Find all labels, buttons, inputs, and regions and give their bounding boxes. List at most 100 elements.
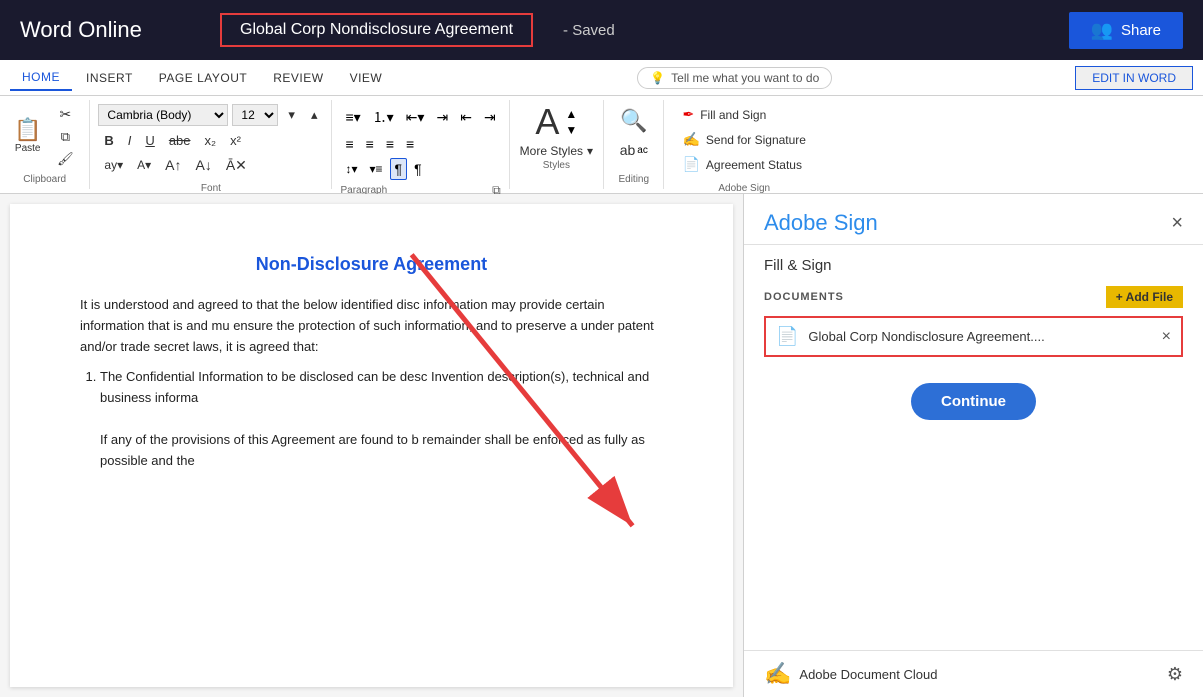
italic-button[interactable]: I xyxy=(122,129,138,151)
doc-list-item-1: The Confidential Information to be discl… xyxy=(100,367,663,471)
font-color-row: ay▾ A▾ A↑ A↓ Ā✕ xyxy=(98,154,323,176)
clipboard-label: Clipboard xyxy=(23,170,66,185)
menu-view[interactable]: VIEW xyxy=(338,66,395,90)
paragraph-mark-button[interactable]: ¶ xyxy=(409,158,427,180)
ltr-button[interactable]: ⇤ xyxy=(455,106,477,129)
bold-button[interactable]: B xyxy=(98,129,119,151)
subscript-button[interactable]: x₂ xyxy=(199,129,223,151)
clear-format-button[interactable]: Ā✕ xyxy=(220,154,253,176)
agreement-status-button[interactable]: 📄 Agreement Status xyxy=(678,154,810,175)
rtl-button[interactable]: ⇥ xyxy=(479,106,501,129)
adobe-panel-close-button[interactable]: × xyxy=(1171,212,1183,235)
align-right-button[interactable]: ≡ xyxy=(381,133,399,155)
styles-label: Styles xyxy=(543,160,570,171)
font-size-down-button[interactable]: A↓ xyxy=(189,154,217,176)
para-list-row: ≡▾ ⒈▾ ⇤▾ ⇥ ⇤ ⇥ xyxy=(340,104,500,130)
continue-button[interactable]: Continue xyxy=(911,383,1036,420)
saved-status: - Saved xyxy=(563,22,615,39)
paste-button[interactable]: 📋 Paste xyxy=(8,115,47,158)
paste-icon: 📋 xyxy=(14,119,41,141)
text-highlight-button[interactable]: ay▾ xyxy=(98,154,129,176)
shading-button[interactable]: ▾≡ xyxy=(365,159,388,179)
format-painter-icon: 🖌 xyxy=(57,151,74,167)
font-format-row: B I U abe x₂ x² xyxy=(98,129,323,151)
ribbon: 📋 Paste ✂ ⧉ 🖌 Clipboard Cambria (Body) xyxy=(0,96,1203,194)
share-label: Share xyxy=(1121,22,1161,39)
tell-me-bar[interactable]: 💡 Tell me what you want to do xyxy=(637,67,832,89)
ribbon-group-adobe-sign: ✒ Fill and Sign ✍ Send for Signature 📄 A… xyxy=(664,100,824,189)
document-content: Non-Disclosure Agreement It is understoo… xyxy=(10,204,733,687)
font-family-select[interactable]: Cambria (Body) xyxy=(98,104,228,126)
fill-and-sign-ribbon-button[interactable]: ✒ Fill and Sign xyxy=(678,104,810,125)
tell-me-text: Tell me what you want to do xyxy=(671,71,819,85)
justify-button[interactable]: ≡ xyxy=(401,133,419,155)
para-spacing-row: ↕▾ ▾≡ ¶ ¶ xyxy=(340,158,500,180)
underline-button[interactable]: U xyxy=(139,129,160,151)
font-color-button[interactable]: A▾ xyxy=(131,154,157,176)
document-area: Non-Disclosure Agreement It is understoo… xyxy=(0,194,743,697)
menu-bar: HOME INSERT PAGE LAYOUT REVIEW VIEW 💡 Te… xyxy=(0,60,1203,96)
document-file-item: 📄 Global Corp Nondisclosure Agreement...… xyxy=(764,316,1183,357)
document-title: Non-Disclosure Agreement xyxy=(80,254,663,275)
clipboard-row: 📋 Paste ✂ ⧉ 🖌 xyxy=(8,104,81,169)
more-styles-button[interactable]: More Styles ▾ xyxy=(520,144,593,158)
show-formatting-button[interactable]: ¶ xyxy=(390,158,408,180)
agreement-status-icon: 📄 xyxy=(682,156,699,173)
add-file-button[interactable]: + Add File xyxy=(1106,286,1183,308)
ribbon-group-paragraph: ≡▾ ⒈▾ ⇤▾ ⇥ ⇤ ⇥ ≡ ≡ ≡ ≡ ↕▾ ▾≡ ¶ ¶ Paragra… xyxy=(332,100,509,189)
format-painter-button[interactable]: 🖌 xyxy=(49,149,81,169)
cut-button[interactable]: ✂ xyxy=(49,104,81,125)
styles-scroll-up-button[interactable]: ▲ xyxy=(565,107,577,121)
adobe-panel-subtitle: Fill & Sign xyxy=(744,245,1203,286)
edit-in-word-button[interactable]: EDIT IN WORD xyxy=(1075,66,1193,90)
strikethrough-button[interactable]: abe xyxy=(163,129,197,151)
menu-review[interactable]: REVIEW xyxy=(261,66,335,90)
file-remove-button[interactable]: × xyxy=(1162,328,1171,346)
spellcheck-ac-icon: ac xyxy=(637,145,648,156)
file-name-text: Global Corp Nondisclosure Agreement.... xyxy=(808,329,1151,344)
menu-page-layout[interactable]: PAGE LAYOUT xyxy=(147,66,259,90)
send-for-signature-button[interactable]: ✍ Send for Signature xyxy=(678,129,810,150)
font-size-increase-button[interactable]: ▴ xyxy=(305,104,324,126)
bullet-list-button[interactable]: ≡▾ xyxy=(340,106,365,129)
share-icon: 👥 xyxy=(1091,20,1113,41)
gear-icon[interactable]: ⚙ xyxy=(1167,664,1183,685)
spellcheck-row: ab ac xyxy=(620,142,648,158)
main-area: Non-Disclosure Agreement It is understoo… xyxy=(0,194,1203,697)
font-size-decrease-button[interactable]: ▾ xyxy=(282,104,301,126)
adobe-panel-title: Adobe Sign xyxy=(764,210,878,236)
adobe-logo-icon: ✍ xyxy=(764,661,791,687)
menu-home[interactable]: HOME xyxy=(10,65,72,91)
numbered-list-button[interactable]: ⒈▾ xyxy=(368,104,399,130)
align-left-button[interactable]: ≡ xyxy=(340,133,358,155)
styles-scroll-down-button[interactable]: ▼ xyxy=(565,123,577,137)
indent-inc-button[interactable]: ⇥ xyxy=(431,106,453,129)
send-for-signature-label: Send for Signature xyxy=(706,133,806,147)
title-bar: Word Online Global Corp Nondisclosure Ag… xyxy=(0,0,1203,60)
font-label: Font xyxy=(98,179,323,194)
menu-insert[interactable]: INSERT xyxy=(74,66,145,90)
agreement-status-label: Agreement Status xyxy=(706,158,802,172)
indent-dec-button[interactable]: ⇤▾ xyxy=(401,106,430,129)
adobe-panel-header: Adobe Sign × xyxy=(744,194,1203,245)
line-spacing-button[interactable]: ↕▾ xyxy=(340,159,362,179)
ribbon-group-clipboard: 📋 Paste ✂ ⧉ 🖌 Clipboard xyxy=(0,100,90,189)
app-title: Word Online xyxy=(20,17,200,43)
font-size-select[interactable]: 12 xyxy=(232,104,278,126)
copy-button[interactable]: ⧉ xyxy=(49,127,81,147)
fill-and-sign-label: Fill and Sign xyxy=(700,108,766,122)
adobe-section-header: DOCUMENTS + Add File xyxy=(764,286,1183,308)
documents-section-label: DOCUMENTS xyxy=(764,291,844,303)
adobe-sign-panel: Adobe Sign × Fill & Sign DOCUMENTS + Add… xyxy=(743,194,1203,697)
para-align-row: ≡ ≡ ≡ ≡ xyxy=(340,133,500,155)
doc-title-box: Global Corp Nondisclosure Agreement xyxy=(220,13,533,47)
align-center-button[interactable]: ≡ xyxy=(361,133,379,155)
cut-icon: ✂ xyxy=(60,106,72,123)
paste-label: Paste xyxy=(15,143,41,154)
search-button[interactable]: 🔍 xyxy=(614,104,653,138)
font-size-up-button[interactable]: A↑ xyxy=(159,154,187,176)
doc-list: The Confidential Information to be discl… xyxy=(100,367,663,471)
send-signature-icon: ✍ xyxy=(682,131,699,148)
superscript-button[interactable]: x² xyxy=(224,129,247,151)
share-button[interactable]: 👥 Share xyxy=(1069,12,1183,49)
